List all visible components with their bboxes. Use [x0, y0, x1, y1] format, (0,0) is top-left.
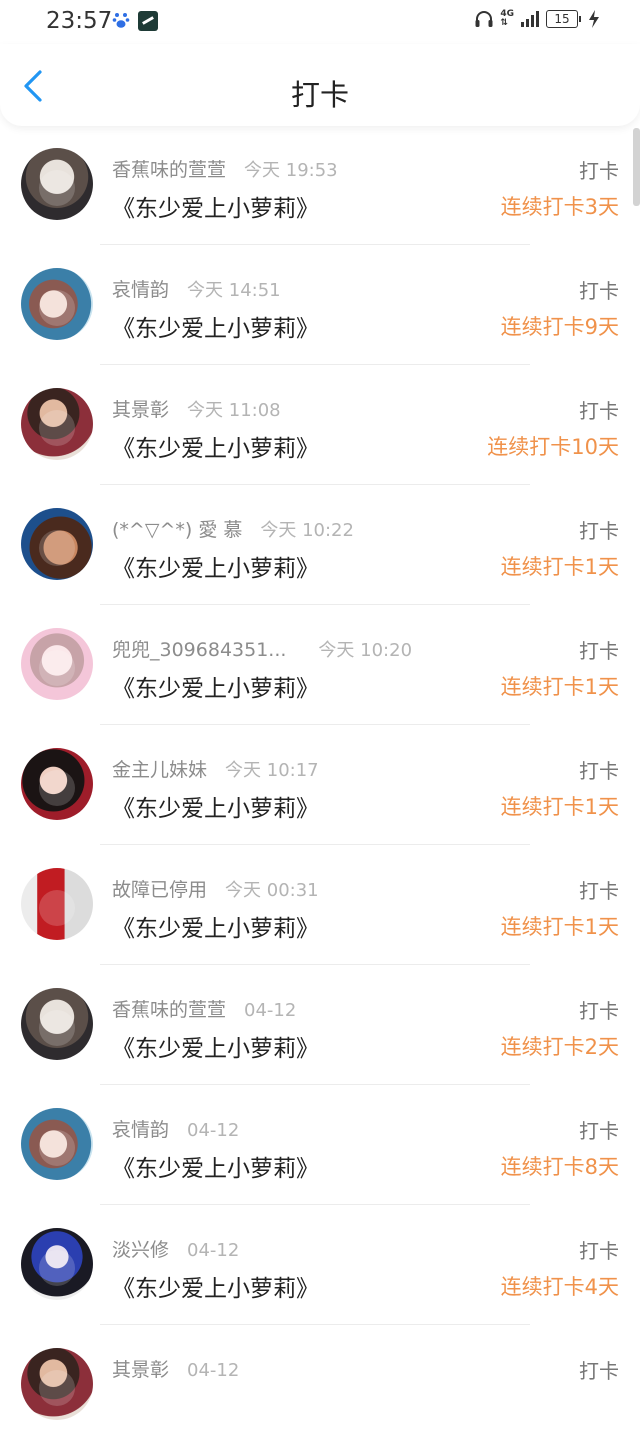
streak-label: 连续打卡4天	[500, 1275, 619, 1299]
user-name[interactable]: 哀情韵	[112, 275, 169, 302]
avatar-anime-girl-icon[interactable]	[21, 628, 93, 700]
checkin-label: 打卡	[579, 1359, 619, 1383]
book-title[interactable]: 《东少爱上小萝莉》	[112, 789, 319, 823]
status-left-icons	[112, 11, 158, 31]
checkin-time: 今天 10:17	[225, 760, 319, 781]
book-title[interactable]: 《东少爱上小萝莉》	[112, 1269, 319, 1303]
avatar-boy-icon[interactable]	[21, 988, 93, 1060]
checkin-time: 04-12	[187, 1120, 240, 1141]
status-right-icons: 4G ⇅ 15	[474, 10, 600, 28]
avatar-photo-icon[interactable]	[21, 1348, 93, 1420]
avatar-couple-icon[interactable]	[21, 268, 93, 340]
streak-label: 连续打卡1天	[500, 795, 619, 819]
charging-icon	[589, 10, 599, 28]
checkin-time: 04-12	[244, 1000, 297, 1021]
list-item[interactable]: 淡兴修 04-12 《东少爱上小萝莉》 打卡 连续打卡4天	[0, 1205, 640, 1325]
headphones-icon	[475, 11, 493, 27]
app-header: 打卡	[0, 44, 640, 126]
streak-label: 连续打卡1天	[500, 555, 619, 579]
user-name[interactable]: (*^▽^*) 愛 慕	[112, 515, 242, 542]
checkin-list: 香蕉味的萱萱 今天 19:53 《东少爱上小萝莉》 打卡 连续打卡3天 哀情韵 …	[0, 125, 640, 1445]
streak-label: 连续打卡10天	[487, 435, 619, 459]
avatar-anime-warrior-icon[interactable]	[21, 508, 93, 580]
app-notification-icon	[138, 11, 158, 31]
book-title[interactable]: 《东少爱上小萝莉》	[112, 429, 319, 463]
list-item[interactable]: 哀情韵 今天 14:51 《东少爱上小萝莉》 打卡 连续打卡9天	[0, 245, 640, 365]
avatar-photo-icon[interactable]	[21, 388, 93, 460]
checkin-time: 今天 11:08	[187, 400, 281, 421]
checkin-label: 打卡	[579, 519, 619, 543]
checkin-label: 打卡	[579, 399, 619, 423]
list-item[interactable]: 其景彰 今天 11:08 《东少爱上小萝莉》 打卡 连续打卡10天	[0, 365, 640, 485]
checkin-label: 打卡	[579, 639, 619, 663]
user-name[interactable]: 兜兜_309684351...	[112, 635, 286, 662]
checkin-time: 04-12	[187, 1240, 240, 1261]
list-item[interactable]: 故障已停用 今天 00:31 《东少爱上小萝莉》 打卡 连续打卡1天	[0, 845, 640, 965]
avatar-anime-blue-icon[interactable]	[21, 1228, 93, 1300]
book-title[interactable]: 《东少爱上小萝莉》	[112, 1149, 319, 1183]
user-name[interactable]: 故障已停用	[112, 875, 207, 902]
streak-label: 连续打卡8天	[500, 1155, 619, 1179]
streak-label: 连续打卡9天	[500, 315, 619, 339]
list-item[interactable]: 兜兜_309684351... 今天 10:20 《东少爱上小萝莉》 打卡 连续…	[0, 605, 640, 725]
status-time: 23:57	[46, 8, 113, 34]
signal-icon	[521, 11, 539, 27]
book-title[interactable]: 《东少爱上小萝莉》	[112, 909, 319, 943]
book-title[interactable]: 《东少爱上小萝莉》	[112, 1029, 319, 1063]
book-title[interactable]: 《东少爱上小萝莉》	[112, 669, 319, 703]
page-title: 打卡	[290, 78, 349, 112]
checkin-time: 今天 19:53	[244, 160, 338, 181]
checkin-label: 打卡	[579, 1239, 619, 1263]
user-name[interactable]: 淡兴修	[112, 1235, 169, 1262]
checkin-time: 今天 10:22	[260, 520, 354, 541]
checkin-label: 打卡	[579, 759, 619, 783]
avatar-anime-dark-icon[interactable]	[21, 748, 93, 820]
list-item[interactable]: 哀情韵 04-12 《东少爱上小萝莉》 打卡 连续打卡8天	[0, 1085, 640, 1205]
checkin-time: 今天 10:20	[318, 640, 413, 661]
book-title[interactable]: 《东少爱上小萝莉》	[112, 309, 319, 343]
avatar-couple-icon[interactable]	[21, 1108, 93, 1180]
baidu-paw-icon	[112, 13, 130, 28]
checkin-time: 今天 14:51	[187, 280, 281, 301]
avatar-boy-icon[interactable]	[21, 148, 93, 220]
network-type: 4G ⇅	[500, 9, 514, 28]
streak-label: 连续打卡2天	[500, 1035, 619, 1059]
list-item[interactable]: 香蕉味的萱萱 04-12 《东少爱上小萝莉》 打卡 连续打卡2天	[0, 965, 640, 1085]
user-name[interactable]: 金主儿妹妹	[112, 755, 207, 782]
streak-label: 连续打卡3天	[500, 195, 619, 219]
book-title[interactable]: 《东少爱上小萝莉》	[112, 549, 319, 583]
status-bar: 23:57 4G ⇅ 15	[0, 0, 640, 44]
checkin-label: 打卡	[579, 159, 619, 183]
checkin-label: 打卡	[579, 279, 619, 303]
list-item[interactable]: 金主儿妹妹 今天 10:17 《东少爱上小萝莉》 打卡 连续打卡1天	[0, 725, 640, 845]
avatar-bottle-icon[interactable]	[21, 868, 93, 940]
list-item[interactable]: 香蕉味的萱萱 今天 19:53 《东少爱上小萝莉》 打卡 连续打卡3天	[0, 125, 640, 245]
list-item[interactable]: (*^▽^*) 愛 慕 今天 10:22 《东少爱上小萝莉》 打卡 连续打卡1天	[0, 485, 640, 605]
checkin-label: 打卡	[579, 1119, 619, 1143]
user-name[interactable]: 香蕉味的萱萱	[112, 995, 226, 1022]
book-title[interactable]: 《东少爱上小萝莉》	[112, 189, 319, 223]
checkin-label: 打卡	[579, 879, 619, 903]
checkin-time: 04-12	[187, 1360, 240, 1381]
list-item[interactable]: 其景彰 04-12 打卡	[0, 1325, 640, 1445]
user-name[interactable]: 其景彰	[112, 1355, 169, 1382]
user-name[interactable]: 其景彰	[112, 395, 169, 422]
battery-indicator: 15	[546, 10, 581, 28]
checkin-time: 今天 00:31	[225, 880, 319, 901]
user-name[interactable]: 哀情韵	[112, 1115, 169, 1142]
streak-label: 连续打卡1天	[500, 915, 619, 939]
user-name[interactable]: 香蕉味的萱萱	[112, 155, 226, 182]
streak-label: 连续打卡1天	[500, 675, 619, 699]
checkin-label: 打卡	[579, 999, 619, 1023]
